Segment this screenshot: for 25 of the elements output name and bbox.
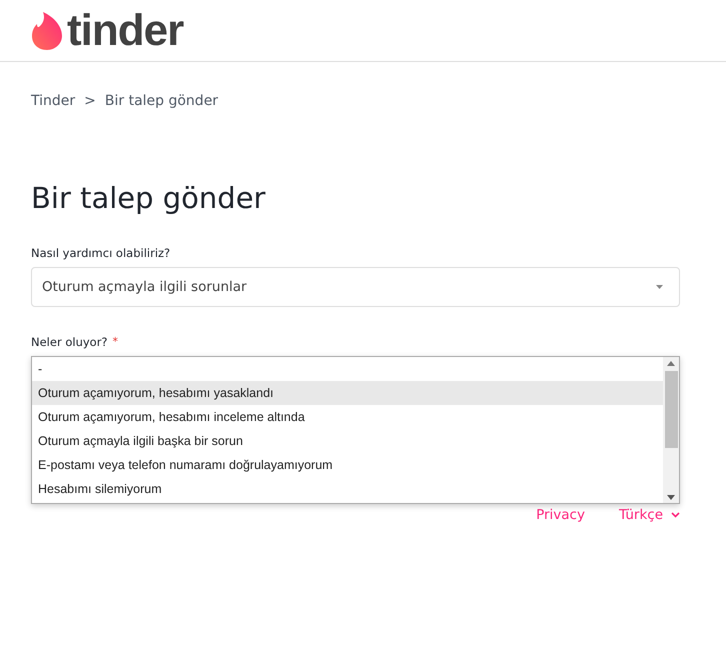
breadcrumb-link[interactable]: Bir talep gönder — [104, 93, 218, 109]
option-item[interactable]: Hesabımı silemiyorum — [32, 476, 663, 501]
option-item[interactable]: E-postamı veya telefon numaramı doğrulayamıyorum — [32, 452, 663, 477]
option-item[interactable]: Oturum açmayla ilgili başka bir sorun — [32, 428, 663, 453]
help-topic-dropdown[interactable]: Oturum açmayla ilgili sorunlar — [31, 266, 680, 307]
language-selector[interactable]: Türkçe — [618, 506, 680, 523]
field-label: Neler oluyor? — [31, 334, 108, 349]
logo-wordmark[interactable]: tinder — [67, 8, 184, 52]
options-dropdown-menu[interactable]: - Oturum açamıyorum, hesabımı yasaklandı Oturum açamıyorum, hesabımı inceleme altında Oturum açmayla ilgili başka bir sorun E-postamı veya telefon numaramı doğrulayamıyorum Hesabımı silemiyorum — [31, 356, 680, 504]
flame-icon — [30, 12, 64, 50]
chevron-down-icon — [671, 512, 680, 518]
scrollbar-thumb[interactable] — [664, 370, 678, 448]
option-item[interactable]: Oturum açamıyorum, hesabımı yasaklandı — [32, 380, 663, 405]
page-title: Bir talep gönder — [31, 181, 266, 216]
field-label: Nasıl yardımcı olabiliriz? — [31, 246, 172, 260]
scroll-up-icon[interactable] — [667, 360, 675, 366]
breadcrumb-link[interactable]: Tinder — [31, 93, 76, 109]
privacy-link[interactable]: Privacy — [536, 506, 585, 523]
option-item[interactable]: - — [32, 356, 663, 381]
scrollbar[interactable] — [663, 356, 679, 503]
required-mark: * — [112, 334, 118, 349]
caret-icon — [656, 284, 663, 289]
option-item[interactable]: Oturum açamıyorum, hesabımı inceleme altında — [32, 404, 663, 429]
scroll-down-icon[interactable] — [667, 494, 675, 500]
breadcrumb-separator: > — [84, 93, 96, 109]
